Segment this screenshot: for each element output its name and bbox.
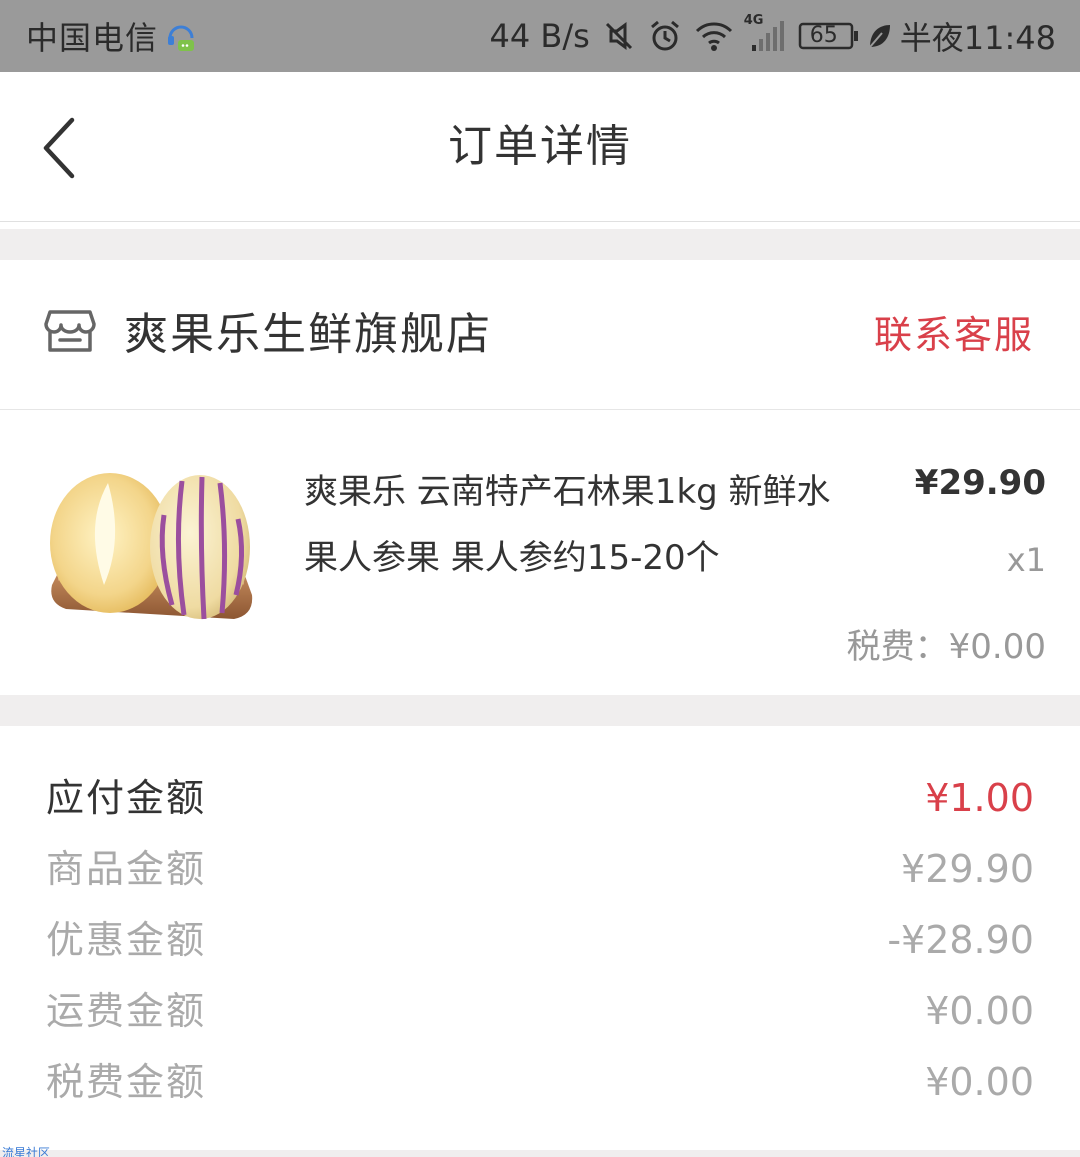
tax-label: 税费： [846, 627, 949, 667]
network-type: 4G [743, 13, 764, 28]
contact-service-button[interactable]: 联系客服 [874, 260, 1034, 410]
clock: 半夜11:48 [899, 19, 1056, 57]
product-tax: 税费：¥0.00 [847, 619, 1046, 668]
status-left: 中国电信 [26, 13, 198, 59]
summary-row-payable: 应付金额 ¥1.00 [0, 768, 1080, 828]
summary-row-discount: 优惠金额 -¥28.90 [0, 910, 1080, 970]
summary-label: 运费金额 [46, 989, 207, 1033]
summary-value: ¥0.00 [925, 1060, 1034, 1104]
summary-value: ¥0.00 [925, 989, 1034, 1033]
product-title[interactable]: 爽果乐 云南特产石林果1kg 新鲜水果人参果 果人参约15-20个 [304, 459, 864, 591]
status-right: 44 B/s 4G 65 半夜11:48 [477, 13, 1056, 59]
product-image[interactable] [44, 455, 260, 635]
summary-value: ¥29.90 [901, 847, 1034, 891]
assistant-icon [164, 18, 198, 54]
store-name[interactable]: 爽果乐生鲜旗舰店 [124, 260, 492, 410]
store-header[interactable]: 爽果乐生鲜旗舰店 联系客服 [0, 260, 1080, 410]
page-title: 订单详情 [448, 121, 632, 172]
summary-label: 商品金额 [46, 847, 207, 891]
summary-row-shipping: 运费金额 ¥0.00 [0, 981, 1080, 1041]
mute-icon [602, 19, 636, 53]
nav-bar: 订单详情 [0, 72, 1080, 222]
summary-row-tax: 税费金额 ¥0.00 [0, 1052, 1080, 1112]
leaf-icon [866, 21, 892, 51]
store-icon [44, 308, 96, 358]
product-item[interactable]: 爽果乐 云南特产石林果1kg 新鲜水果人参果 果人参约15-20个 ¥29.90… [0, 411, 1080, 695]
summary-label: 优惠金额 [46, 918, 207, 962]
summary-label: 税费金额 [46, 1060, 207, 1104]
section-divider [0, 229, 1080, 260]
summary-value: -¥28.90 [887, 918, 1034, 962]
section-divider [0, 695, 1080, 726]
wifi-icon [694, 19, 734, 53]
battery-level: 65 [809, 23, 838, 48]
tax-value: ¥0.00 [948, 627, 1046, 667]
alarm-icon [648, 19, 682, 53]
product-price: ¥29.90 [914, 463, 1046, 503]
summary-value: ¥1.00 [925, 776, 1034, 820]
battery-icon: 65 [798, 21, 860, 51]
carrier-name: 中国电信 [26, 19, 159, 57]
summary-row-goods: 商品金额 ¥29.90 [0, 839, 1080, 899]
bottom-divider [0, 1150, 1080, 1157]
status-bar: 中国电信 44 B/s 4G 65 半夜11:48 [0, 0, 1080, 72]
product-quantity: x1 [1006, 541, 1046, 579]
net-speed: 44 B/s [489, 17, 590, 55]
watermark: 流星社区 [2, 1146, 51, 1157]
payment-summary: 应付金额 ¥1.00 商品金额 ¥29.90 优惠金额 -¥28.90 运费金额… [0, 726, 1080, 1150]
signal-icon: 4G [744, 13, 786, 53]
summary-label: 应付金额 [46, 776, 207, 820]
